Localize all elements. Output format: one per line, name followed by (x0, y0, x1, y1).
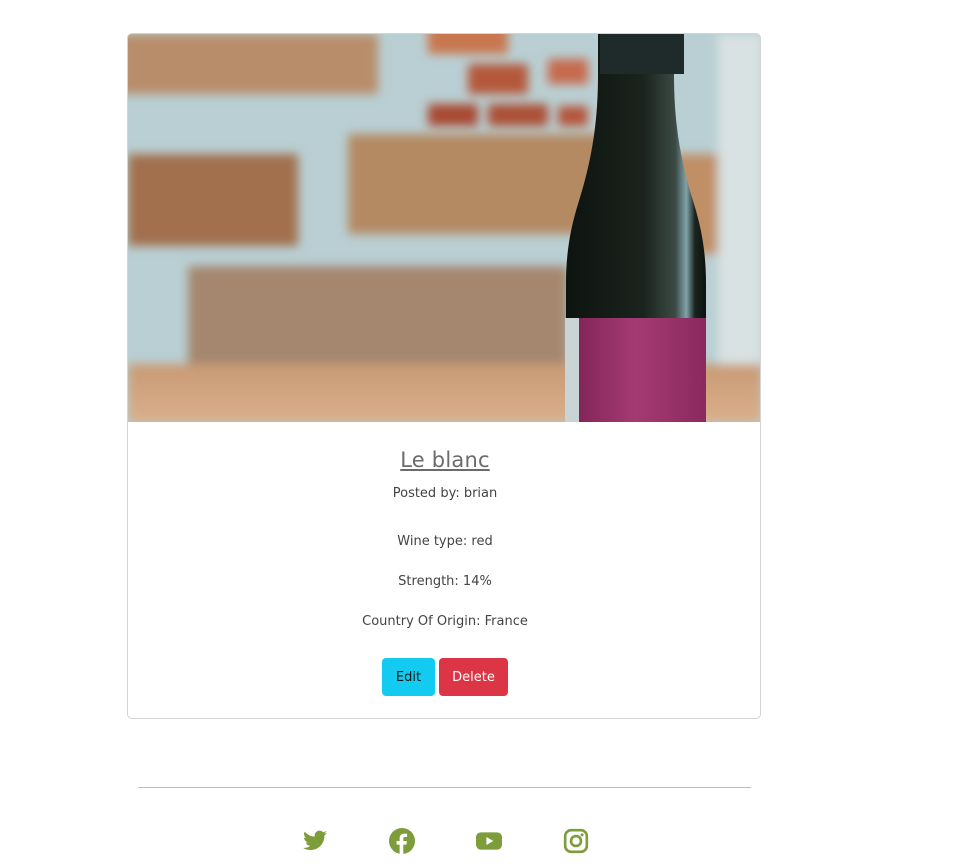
twitter-icon[interactable] (302, 828, 328, 854)
wine-type-text: Wine type: red (397, 534, 493, 549)
page: Le blanc Posted by: brian Wine type: red… (0, 0, 975, 864)
country-text: Country Of Origin: France (362, 614, 528, 629)
facebook-icon[interactable] (389, 828, 415, 854)
footer-divider (138, 787, 751, 788)
strength-text: Strength: 14% (398, 574, 492, 589)
edit-button[interactable]: Edit (382, 658, 435, 696)
wine-image (128, 34, 760, 422)
wine-card: Le blanc Posted by: brian Wine type: red… (127, 33, 761, 719)
delete-button[interactable]: Delete (439, 658, 508, 696)
youtube-icon[interactable] (476, 828, 502, 854)
posted-by-text: Posted by: brian (392, 486, 498, 501)
wine-title-link[interactable]: Le blanc (128, 448, 760, 472)
instagram-icon[interactable] (563, 828, 589, 854)
